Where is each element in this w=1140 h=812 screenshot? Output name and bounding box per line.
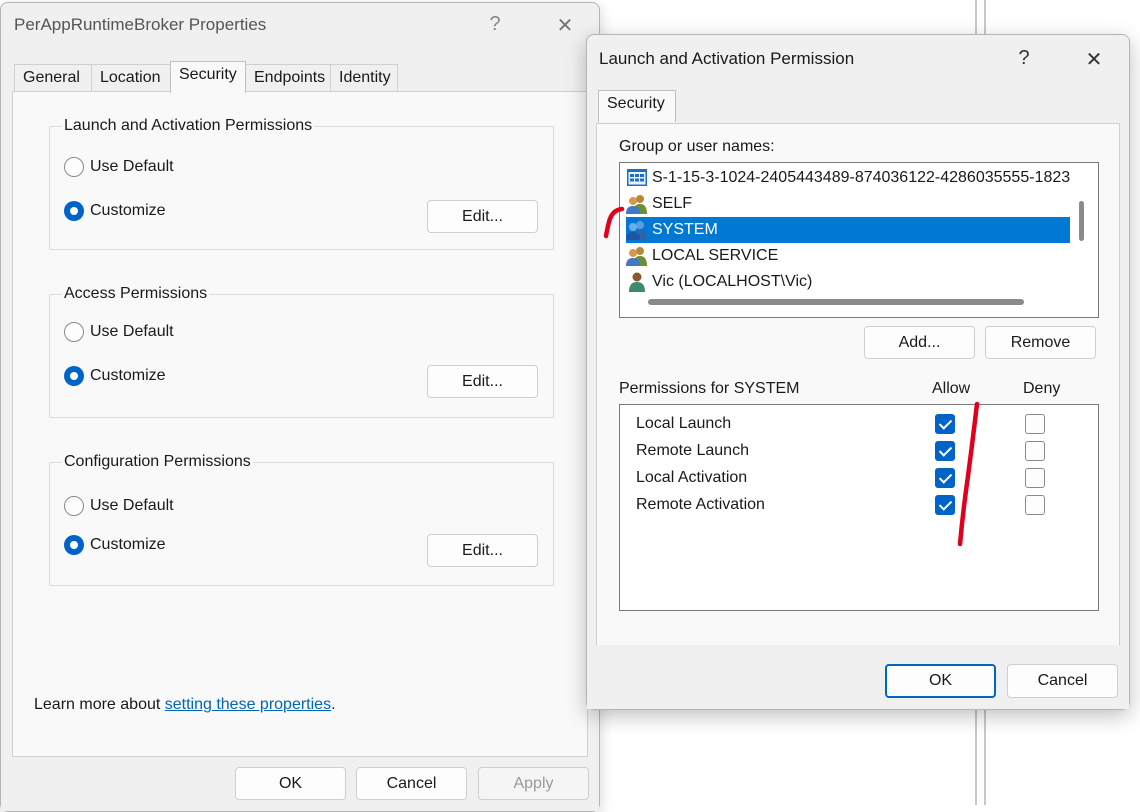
permission-row: Remote Activation: [620, 492, 1098, 518]
help-button[interactable]: ?: [475, 13, 515, 36]
customize-option[interactable]: Customize: [64, 535, 166, 555]
customize-option[interactable]: Customize: [64, 201, 166, 221]
group-users-icon: [626, 221, 647, 240]
allow-checkbox[interactable]: [935, 468, 955, 488]
properties-tab-strip: General Location Security Endpoints Iden…: [14, 61, 594, 94]
dialog-security-panel: Group or user names: S-1-15-3-1024-24054…: [596, 123, 1120, 651]
app-package-sid-icon: [627, 169, 647, 186]
deny-checkbox[interactable]: [1025, 414, 1045, 434]
access-permissions-group: Access Permissions Use Default Customize…: [49, 285, 554, 418]
edit-button[interactable]: Edit...: [427, 534, 538, 567]
customize-option[interactable]: Customize: [64, 366, 166, 386]
permission-row: Local Activation: [620, 465, 1098, 491]
single-user-icon: [629, 272, 645, 292]
launch-activation-permission-dialog: Launch and Activation Permission ? ✕ Sec…: [586, 34, 1130, 710]
tab-security[interactable]: Security: [598, 90, 676, 122]
user-name: Vic (LOCALHOST\Vic): [652, 273, 813, 290]
edit-button[interactable]: Edit...: [427, 200, 538, 233]
use-default-option[interactable]: Use Default: [64, 322, 174, 342]
permissions-list: Local Launch Remote Launch Local Activat…: [619, 404, 1099, 611]
radio-checked[interactable]: [64, 535, 84, 555]
permission-name: Remote Activation: [636, 496, 765, 513]
radio-label: Customize: [90, 202, 166, 219]
list-horizontal-scrollbar[interactable]: [648, 299, 1024, 305]
radio-unchecked[interactable]: [64, 157, 84, 177]
add-button[interactable]: Add...: [864, 326, 975, 359]
permission-name: Remote Launch: [636, 442, 749, 459]
configuration-permissions-group: Configuration Permissions Use Default Cu…: [49, 453, 554, 586]
close-button[interactable]: ✕: [1074, 47, 1114, 72]
remove-button[interactable]: Remove: [985, 326, 1096, 359]
dialog-title: Launch and Activation Permission: [599, 49, 855, 68]
list-item[interactable]: SELF: [626, 191, 1070, 217]
edit-button[interactable]: Edit...: [427, 365, 538, 398]
cancel-button[interactable]: Cancel: [356, 767, 467, 800]
allow-column-header: Allow: [932, 380, 971, 397]
learn-more-suffix: .: [331, 696, 336, 713]
group-users-icon: [626, 247, 647, 266]
user-name: LOCAL SERVICE: [652, 247, 779, 264]
user-name: SYSTEM: [652, 221, 718, 238]
security-tab-panel: Launch and Activation Permissions Use De…: [12, 91, 588, 757]
radio-unchecked[interactable]: [64, 496, 84, 516]
dialog-title-bar: Launch and Activation Permission ? ✕: [587, 35, 1129, 79]
group-users-icon: [626, 195, 647, 214]
apply-button[interactable]: Apply: [478, 767, 589, 800]
radio-label: Use Default: [90, 158, 174, 175]
learn-more-text: Learn more about setting these propertie…: [34, 696, 336, 714]
user-name: SELF: [652, 195, 693, 212]
radio-label: Use Default: [90, 497, 174, 514]
user-list[interactable]: S-1-15-3-1024-2405443489-874036122-42860…: [619, 162, 1099, 318]
launch-activation-group: Launch and Activation Permissions Use De…: [49, 117, 554, 250]
learn-more-prefix: Learn more about: [34, 696, 165, 713]
list-item[interactable]: LOCAL SERVICE: [626, 243, 1070, 269]
radio-checked[interactable]: [64, 366, 84, 386]
permission-name: Local Launch: [636, 415, 732, 432]
radio-label: Use Default: [90, 323, 174, 340]
close-button[interactable]: ✕: [545, 13, 585, 38]
permissions-for-label: Permissions for SYSTEM: [619, 380, 800, 397]
deny-column-header: Deny: [1023, 380, 1061, 397]
dialog-tab-strip: Security: [598, 90, 1118, 123]
help-button[interactable]: ?: [1004, 47, 1044, 70]
radio-label: Customize: [90, 536, 166, 553]
deny-checkbox[interactable]: [1025, 468, 1045, 488]
permission-name: Local Activation: [636, 469, 748, 486]
allow-checkbox[interactable]: [935, 441, 955, 461]
properties-window-title: PerAppRuntimeBroker Properties: [14, 15, 267, 34]
list-vertical-scrollbar[interactable]: [1079, 201, 1084, 241]
permission-row: Local Launch: [620, 411, 1098, 437]
tab-endpoints[interactable]: Endpoints: [245, 64, 331, 92]
user-name: S-1-15-3-1024-2405443489-874036122-42860…: [652, 169, 1071, 186]
tab-general[interactable]: General: [14, 64, 92, 92]
tab-identity[interactable]: Identity: [330, 64, 398, 92]
deny-checkbox[interactable]: [1025, 495, 1045, 515]
deny-checkbox[interactable]: [1025, 441, 1045, 461]
group-title: Configuration Permissions: [62, 453, 253, 471]
ok-button[interactable]: OK: [235, 767, 346, 800]
group-title: Launch and Activation Permissions: [62, 117, 315, 135]
ok-button[interactable]: OK: [885, 664, 996, 698]
cancel-button[interactable]: Cancel: [1007, 664, 1118, 698]
radio-checked[interactable]: [64, 201, 84, 221]
group-user-names-label: Group or user names:: [619, 138, 775, 155]
setting-properties-link[interactable]: setting these properties: [165, 696, 331, 713]
use-default-option[interactable]: Use Default: [64, 157, 174, 177]
allow-checkbox[interactable]: [935, 495, 955, 515]
group-title: Access Permissions: [62, 285, 210, 303]
use-default-option[interactable]: Use Default: [64, 496, 174, 516]
radio-unchecked[interactable]: [64, 322, 84, 342]
properties-window: PerAppRuntimeBroker Properties ? ✕ Gener…: [0, 2, 600, 812]
list-item-selected[interactable]: SYSTEM: [626, 217, 1070, 243]
permission-row: Remote Launch: [620, 438, 1098, 464]
allow-checkbox[interactable]: [935, 414, 955, 434]
properties-title-bar: PerAppRuntimeBroker Properties ? ✕: [1, 3, 599, 47]
radio-label: Customize: [90, 367, 166, 384]
tab-security[interactable]: Security: [170, 61, 246, 93]
list-item[interactable]: S-1-15-3-1024-2405443489-874036122-42860…: [626, 165, 1070, 191]
list-item[interactable]: Vic (LOCALHOST\Vic): [626, 269, 1070, 295]
tab-location[interactable]: Location: [91, 64, 171, 92]
